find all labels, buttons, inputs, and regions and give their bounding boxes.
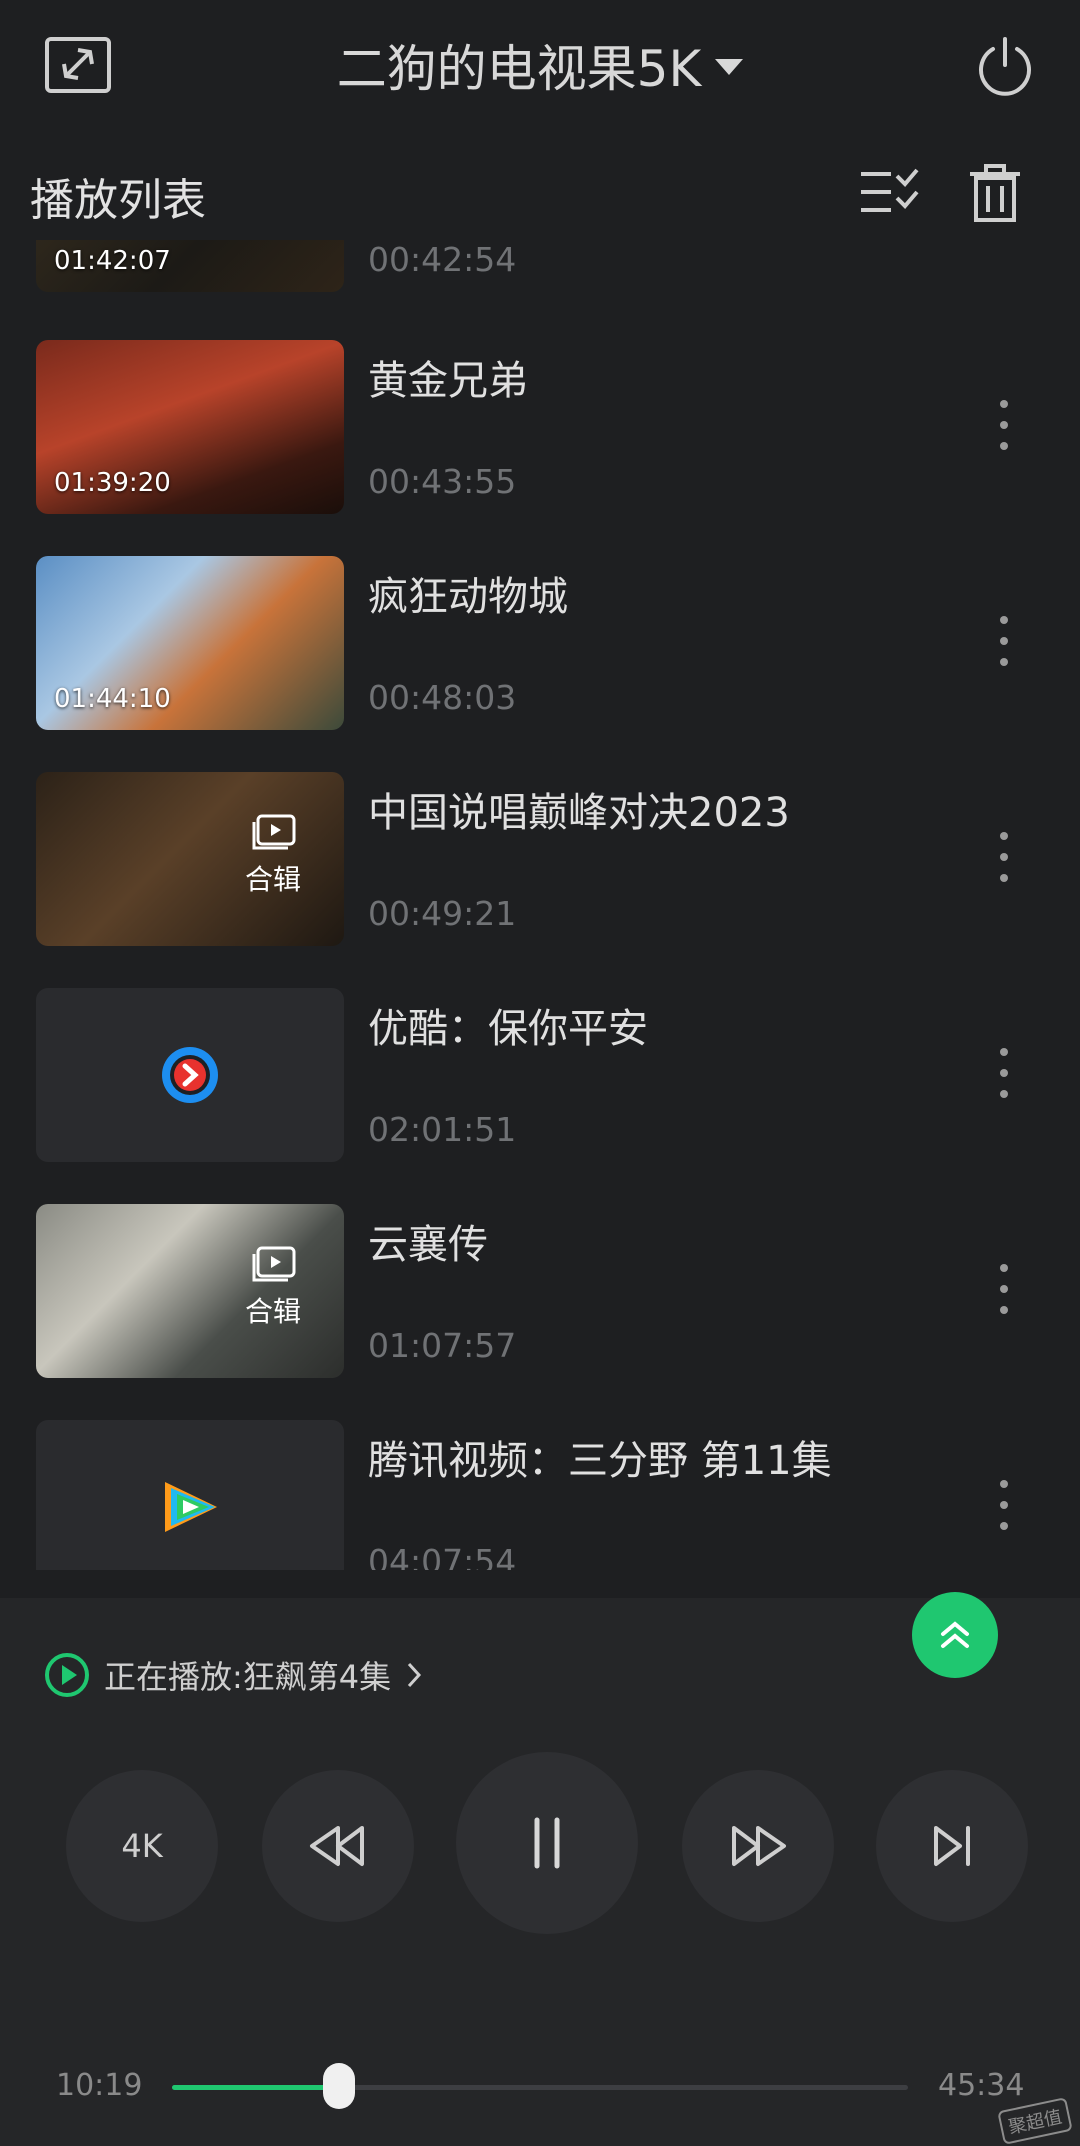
video-title: 疯狂动物城 <box>368 574 568 620</box>
thumbnail-duration: 01:42:07 <box>54 246 171 276</box>
device-title: 二狗的电视果5K <box>336 40 702 98</box>
rewind-button[interactable] <box>262 1770 414 1922</box>
seek-progress-fill <box>172 2085 339 2090</box>
video-duration: 01:07:57 <box>368 1326 517 1365</box>
video-duration: 00:43:55 <box>368 462 517 501</box>
list-item[interactable]: 01:42:07 00:42:54 <box>0 240 1080 296</box>
playlist-title: 播放列表 <box>30 175 206 226</box>
list-item[interactable]: 腾讯视频：三分野 第11集 04:07:54 <box>0 1420 1080 1570</box>
thumbnail-duration: 01:39:20 <box>54 468 171 498</box>
video-title: 优酷：保你平安 <box>368 1006 648 1052</box>
list-item[interactable]: 合辑 中国说唱巅峰对决2023 00:49:21 <box>0 772 1080 950</box>
playlist-play-icon <box>252 1246 296 1282</box>
top-bar: 二狗的电视果5K <box>0 0 1080 130</box>
youku-logo-icon <box>162 1047 218 1103</box>
playlist-play-icon <box>252 814 296 850</box>
pause-icon <box>534 1817 560 1869</box>
play-circle-icon <box>45 1653 89 1697</box>
video-duration: 02:01:51 <box>368 1110 517 1149</box>
expand-up-button[interactable] <box>912 1592 998 1678</box>
seek-track[interactable] <box>172 2063 908 2109</box>
total-time: 45:34 <box>938 2068 1025 2103</box>
more-options-icon[interactable] <box>990 1264 1018 1324</box>
playlist-header: 播放列表 <box>0 150 1080 240</box>
player-panel: 正在播放:狂飙第4集 4K 10:19 45:34 聚超值 <box>0 1592 1080 2146</box>
more-options-icon[interactable] <box>990 1048 1018 1108</box>
video-title: 腾讯视频：三分野 第11集 <box>368 1438 832 1484</box>
now-playing-text: 正在播放:狂飙第4集 <box>104 1658 392 1696</box>
playlist[interactable]: 01:42:07 00:42:54 01:39:20 黄金兄弟 00:43:55… <box>0 240 1080 1570</box>
multi-select-icon[interactable] <box>855 160 925 226</box>
video-duration: 04:07:54 <box>368 1542 517 1570</box>
power-icon[interactable] <box>970 32 1040 102</box>
progress-bar: 10:19 45:34 <box>0 2058 1080 2118</box>
video-thumbnail <box>36 1420 344 1570</box>
video-title: 中国说唱巅峰对决2023 <box>368 790 790 836</box>
more-options-icon[interactable] <box>990 616 1018 676</box>
collection-badge: 合辑 <box>238 1246 308 1330</box>
list-item[interactable]: 合辑 云襄传 01:07:57 <box>0 1204 1080 1382</box>
elapsed-time: 10:19 <box>56 2068 143 2103</box>
trash-icon[interactable] <box>960 158 1030 228</box>
rewind-icon <box>310 1826 364 1866</box>
video-duration: 00:49:21 <box>368 894 517 933</box>
collection-label: 合辑 <box>244 863 301 896</box>
list-item[interactable]: 01:44:10 疯狂动物城 00:48:03 <box>0 556 1080 734</box>
skip-next-icon <box>934 1826 970 1866</box>
list-item[interactable]: 01:39:20 黄金兄弟 00:43:55 <box>0 340 1080 518</box>
more-options-icon[interactable] <box>990 1480 1018 1540</box>
video-thumbnail: 01:44:10 <box>36 556 344 730</box>
pause-button[interactable] <box>456 1752 638 1934</box>
chevron-right-icon <box>408 1662 422 1688</box>
video-thumbnail: 合辑 <box>36 1204 344 1378</box>
more-options-icon[interactable] <box>990 400 1018 460</box>
seek-handle[interactable] <box>322 2063 355 2109</box>
collection-label: 合辑 <box>244 1295 301 1328</box>
next-button[interactable] <box>876 1770 1028 1922</box>
more-options-icon[interactable] <box>990 832 1018 892</box>
video-thumbnail <box>36 988 344 1162</box>
thumbnail-duration: 01:44:10 <box>54 684 171 714</box>
video-thumbnail: 合辑 <box>36 772 344 946</box>
video-duration: 00:48:03 <box>368 678 517 717</box>
fast-forward-icon <box>732 1826 786 1866</box>
quality-button[interactable]: 4K <box>66 1770 218 1922</box>
list-item[interactable]: 优酷：保你平安 02:01:51 <box>0 988 1080 1166</box>
now-playing-link[interactable]: 正在播放:狂飙第4集 <box>44 1650 423 1700</box>
fast-forward-button[interactable] <box>682 1770 834 1922</box>
video-duration: 00:42:54 <box>368 240 517 279</box>
chevron-down-icon <box>715 59 744 75</box>
tencent-video-logo-icon <box>165 1482 217 1532</box>
video-thumbnail: 01:42:07 <box>36 240 344 292</box>
video-title: 黄金兄弟 <box>368 358 528 404</box>
device-selector[interactable]: 二狗的电视果5K <box>0 30 1080 100</box>
video-thumbnail: 01:39:20 <box>36 340 344 514</box>
collection-badge: 合辑 <box>238 814 308 898</box>
quality-label: 4K <box>121 1827 163 1865</box>
video-title: 云襄传 <box>368 1222 488 1268</box>
double-chevron-up-icon <box>941 1621 969 1648</box>
